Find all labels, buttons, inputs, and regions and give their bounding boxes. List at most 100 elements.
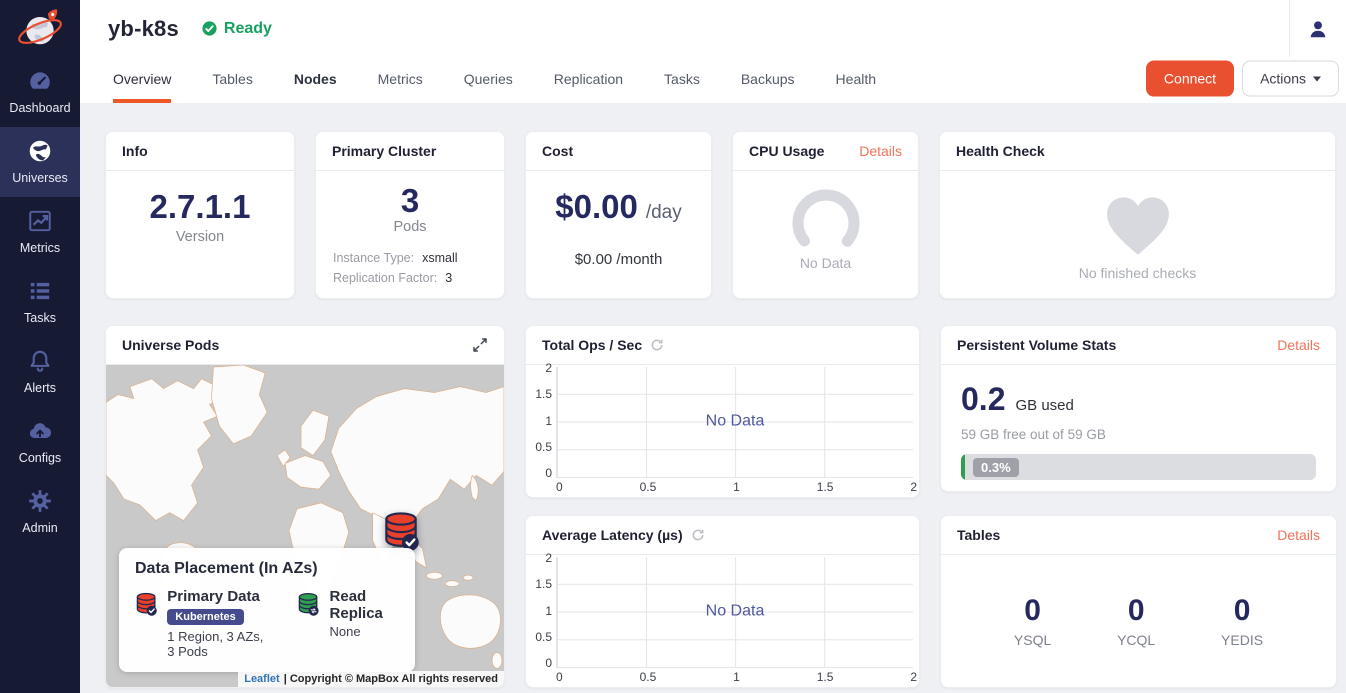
cost-per-day-unit: /day bbox=[646, 202, 682, 224]
tab-label: Tasks bbox=[664, 71, 700, 87]
charts-column: Total Ops / Sec 21.510.50 No Data bbox=[525, 325, 920, 688]
sidebar-item-metrics[interactable]: Metrics bbox=[0, 197, 80, 267]
tab-metrics[interactable]: Metrics bbox=[378, 57, 423, 103]
cpu-details-link[interactable]: Details bbox=[859, 143, 902, 159]
card-title: Cost bbox=[542, 143, 573, 159]
pods-count: 3 bbox=[401, 183, 419, 219]
instance-type-key: Instance Type: bbox=[333, 251, 414, 265]
tab-label: Health bbox=[836, 71, 876, 87]
ycql-stat: 0 YCQL bbox=[1117, 594, 1155, 648]
stats-row: Info 2.7.1.1 Version Primary Cluster 3 P… bbox=[105, 131, 1338, 299]
sidebar-item-dashboard[interactable]: Dashboard bbox=[0, 57, 80, 127]
connect-button[interactable]: Connect bbox=[1146, 61, 1234, 97]
card-title: CPU Usage bbox=[749, 143, 824, 159]
cost-per-day-value: $0.00 bbox=[555, 189, 638, 225]
universe-title: yb-k8s bbox=[108, 16, 179, 42]
header-buttons: Connect Actions bbox=[1146, 61, 1339, 97]
world-map[interactable]: Data Placement (In AZs) bbox=[106, 365, 504, 687]
cluster-details: Instance Type:xsmall Replication Factor:… bbox=[316, 245, 504, 285]
cpu-no-data: No Data bbox=[800, 255, 851, 271]
info-card: Info 2.7.1.1 Version bbox=[105, 131, 295, 299]
sidebar: Dashboard Universes Metrics Tasks Alerts bbox=[0, 0, 80, 693]
no-data-label: No Data bbox=[706, 412, 765, 430]
admin-gear-icon bbox=[27, 488, 53, 514]
plot-area: No Data bbox=[556, 367, 913, 478]
tab-tables[interactable]: Tables bbox=[212, 57, 252, 103]
sidebar-item-label: Tasks bbox=[24, 311, 56, 325]
y-axis-ticks: 21.510.50 bbox=[528, 361, 556, 480]
sidebar-item-label: Metrics bbox=[20, 241, 60, 255]
tab-label: Replication bbox=[554, 71, 623, 87]
cost-card: Cost $0.00 /day $0.00 /month bbox=[525, 131, 712, 299]
pvs-details-link[interactable]: Details bbox=[1277, 337, 1320, 353]
check-circle-icon bbox=[201, 20, 218, 37]
card-title: Average Latency (µs) bbox=[542, 527, 683, 543]
chevron-down-icon bbox=[1313, 76, 1321, 81]
leaflet-link[interactable]: Leaflet bbox=[244, 673, 279, 685]
app-root: Dashboard Universes Metrics Tasks Alerts bbox=[0, 0, 1346, 693]
tab-backups[interactable]: Backups bbox=[741, 57, 795, 103]
universe-pods-card: Universe Pods bbox=[105, 325, 505, 688]
storage-progress-bar: 0.3% bbox=[961, 454, 1316, 480]
tab-health[interactable]: Health bbox=[836, 57, 876, 103]
tab-label: Nodes bbox=[294, 71, 337, 87]
tab-nodes[interactable]: Nodes bbox=[294, 57, 337, 103]
refresh-icon[interactable] bbox=[691, 528, 705, 542]
persistent-volume-card: Persistent Volume Stats Details 0.2 GB u… bbox=[940, 325, 1337, 492]
tab-label: Metrics bbox=[378, 71, 423, 87]
tables-details-link[interactable]: Details bbox=[1277, 527, 1320, 543]
plot-area: No Data bbox=[556, 557, 913, 668]
user-menu-button[interactable] bbox=[1289, 0, 1346, 57]
primary-data-detail: 1 Region, 3 AZs, 3 Pods bbox=[167, 629, 271, 659]
card-title: Persistent Volume Stats bbox=[957, 337, 1116, 353]
replication-factor-value: 3 bbox=[445, 271, 452, 285]
card-title: Health Check bbox=[956, 143, 1045, 159]
pods-label: Pods bbox=[393, 219, 426, 235]
actions-label: Actions bbox=[1260, 71, 1306, 87]
right-column: Persistent Volume Stats Details 0.2 GB u… bbox=[940, 325, 1337, 688]
metrics-chart-icon bbox=[27, 208, 53, 234]
sidebar-item-tasks[interactable]: Tasks bbox=[0, 267, 80, 337]
no-data-label: No Data bbox=[706, 602, 765, 620]
sidebar-item-universes[interactable]: Universes bbox=[0, 127, 80, 197]
health-check-card: Health Check No finished checks bbox=[939, 131, 1336, 299]
detail-row: Universe Pods bbox=[105, 325, 1338, 688]
tab-label: Backups bbox=[741, 71, 795, 87]
x-axis-ticks: 00.511.52 bbox=[556, 478, 917, 495]
ycql-label: YCQL bbox=[1117, 632, 1155, 648]
yugabyte-logo[interactable] bbox=[0, 0, 80, 57]
overview-content: Info 2.7.1.1 Version Primary Cluster 3 P… bbox=[80, 103, 1346, 693]
sidebar-item-admin[interactable]: Admin bbox=[0, 477, 80, 547]
user-icon bbox=[1307, 18, 1329, 40]
sidebar-item-alerts[interactable]: Alerts bbox=[0, 337, 80, 407]
tab-replication[interactable]: Replication bbox=[554, 57, 623, 103]
expand-icon[interactable] bbox=[472, 337, 488, 353]
replication-factor-key: Replication Factor: bbox=[333, 271, 437, 285]
tab-label: Tables bbox=[212, 71, 252, 87]
status-label: Ready bbox=[224, 20, 272, 38]
universes-globe-icon bbox=[27, 138, 53, 164]
version-label: Version bbox=[176, 229, 224, 245]
tasks-list-icon bbox=[27, 278, 53, 304]
actions-button[interactable]: Actions bbox=[1242, 61, 1339, 97]
cpu-usage-card: CPU Usage Details No Data bbox=[732, 131, 919, 299]
sidebar-item-configs[interactable]: Configs bbox=[0, 407, 80, 477]
card-title: Universe Pods bbox=[122, 337, 219, 353]
refresh-icon[interactable] bbox=[650, 338, 664, 352]
read-replica-db-icon bbox=[297, 588, 319, 620]
map-attribution: Leaflet | Copyright © MapBox All rights … bbox=[238, 671, 504, 687]
tab-overview[interactable]: Overview bbox=[113, 57, 171, 103]
average-latency-chart: 21.510.50 No Data 00.511.52 bbox=[526, 555, 919, 687]
cost-per-month: $0.00 /month bbox=[575, 251, 663, 268]
ysql-label: YSQL bbox=[1014, 632, 1051, 648]
average-latency-card: Average Latency (µs) 21.510.50 No Data bbox=[525, 515, 920, 688]
heart-icon bbox=[1102, 193, 1174, 257]
tab-tasks[interactable]: Tasks bbox=[664, 57, 700, 103]
sidebar-item-label: Universes bbox=[12, 171, 68, 185]
card-title: Primary Cluster bbox=[332, 143, 436, 159]
gb-free-text: 59 GB free out of 59 GB bbox=[961, 427, 1316, 442]
copyright-text: | Copyright © MapBox All rights reserved bbox=[284, 673, 498, 685]
page-header: yb-k8s Ready Overview Tables Nodes Metri… bbox=[80, 0, 1346, 103]
tab-queries[interactable]: Queries bbox=[464, 57, 513, 103]
kubernetes-badge: Kubernetes bbox=[167, 609, 244, 625]
